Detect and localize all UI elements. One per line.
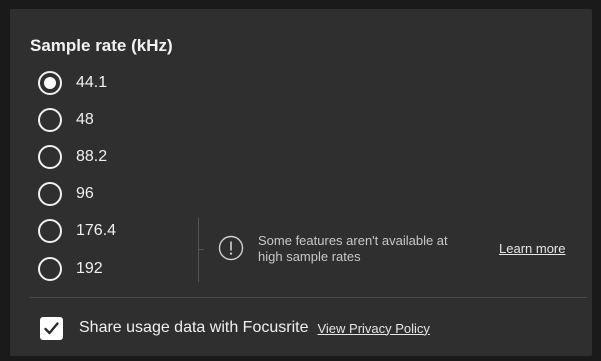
radio-button[interactable] — [38, 108, 62, 132]
radio-button[interactable] — [38, 145, 62, 169]
radio-label: 48 — [76, 111, 94, 128]
learn-more-link[interactable]: Learn more — [499, 241, 565, 256]
radio-option-96[interactable]: 96 — [38, 181, 94, 207]
section-divider — [30, 297, 587, 298]
share-usage-checkbox[interactable] — [40, 316, 63, 340]
checkmark-icon — [44, 321, 59, 334]
radio-button[interactable] — [38, 257, 62, 281]
radio-label: 44.1 — [76, 74, 108, 91]
radio-label: 192 — [76, 260, 103, 277]
notice-line-1: Some features aren't available at — [258, 233, 448, 248]
radio-label: 176.4 — [76, 222, 117, 239]
radio-button[interactable] — [38, 219, 62, 243]
privacy-policy-link[interactable]: View Privacy Policy — [317, 321, 429, 336]
radio-option-88-2[interactable]: 88.2 — [38, 144, 107, 170]
radio-option-176-4[interactable]: 176.4 — [38, 218, 116, 244]
radio-label: 88.2 — [76, 148, 108, 165]
sample-rate-panel: Sample rate (kHz) 44.1 48 88.2 96 176.4 … — [10, 9, 592, 356]
sample-rate-title: Sample rate (kHz) — [30, 36, 173, 55]
share-usage-label: Share usage data with Focusrite — [79, 319, 309, 336]
radio-option-192[interactable]: 192 — [38, 256, 103, 282]
notice-line-2: high sample rates — [258, 249, 361, 264]
radio-button-checked[interactable] — [38, 71, 62, 95]
notice-divider — [198, 218, 199, 282]
high-sample-rate-notice: Some features aren't available at high s… — [258, 233, 494, 265]
radio-button[interactable] — [38, 182, 62, 206]
radio-option-44-1[interactable]: 44.1 — [38, 70, 107, 96]
radio-option-48[interactable]: 48 — [38, 107, 94, 133]
radio-label: 96 — [76, 185, 94, 202]
info-icon — [218, 235, 244, 261]
share-usage-row: Share usage data with Focusrite View Pri… — [40, 316, 430, 340]
notice-divider-tick — [198, 249, 204, 250]
